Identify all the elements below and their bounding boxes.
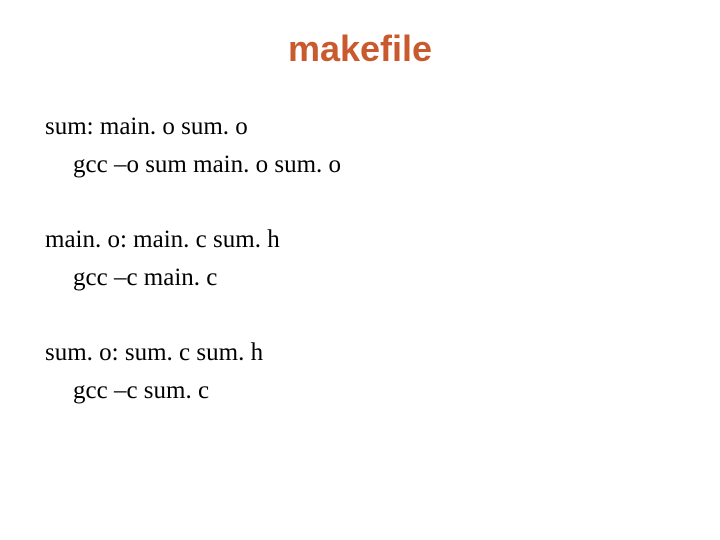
rule-block: main. o: main. c sum. h gcc –c main. c <box>45 221 675 296</box>
rule-target: sum: main. o sum. o <box>45 108 675 146</box>
slide-title: makefile <box>45 28 675 70</box>
rule-target: sum. o: sum. c sum. h <box>45 334 675 372</box>
rule-command: gcc –c main. c <box>45 259 675 297</box>
slide-content: sum: main. o sum. o gcc –o sum main. o s… <box>45 108 675 409</box>
slide-container: makefile sum: main. o sum. o gcc –o sum … <box>0 0 720 540</box>
rule-block: sum. o: sum. c sum. h gcc –c sum. c <box>45 334 675 409</box>
rule-command: gcc –o sum main. o sum. o <box>45 146 675 184</box>
rule-target: main. o: main. c sum. h <box>45 221 675 259</box>
rule-command: gcc –c sum. c <box>45 372 675 410</box>
rule-block: sum: main. o sum. o gcc –o sum main. o s… <box>45 108 675 183</box>
